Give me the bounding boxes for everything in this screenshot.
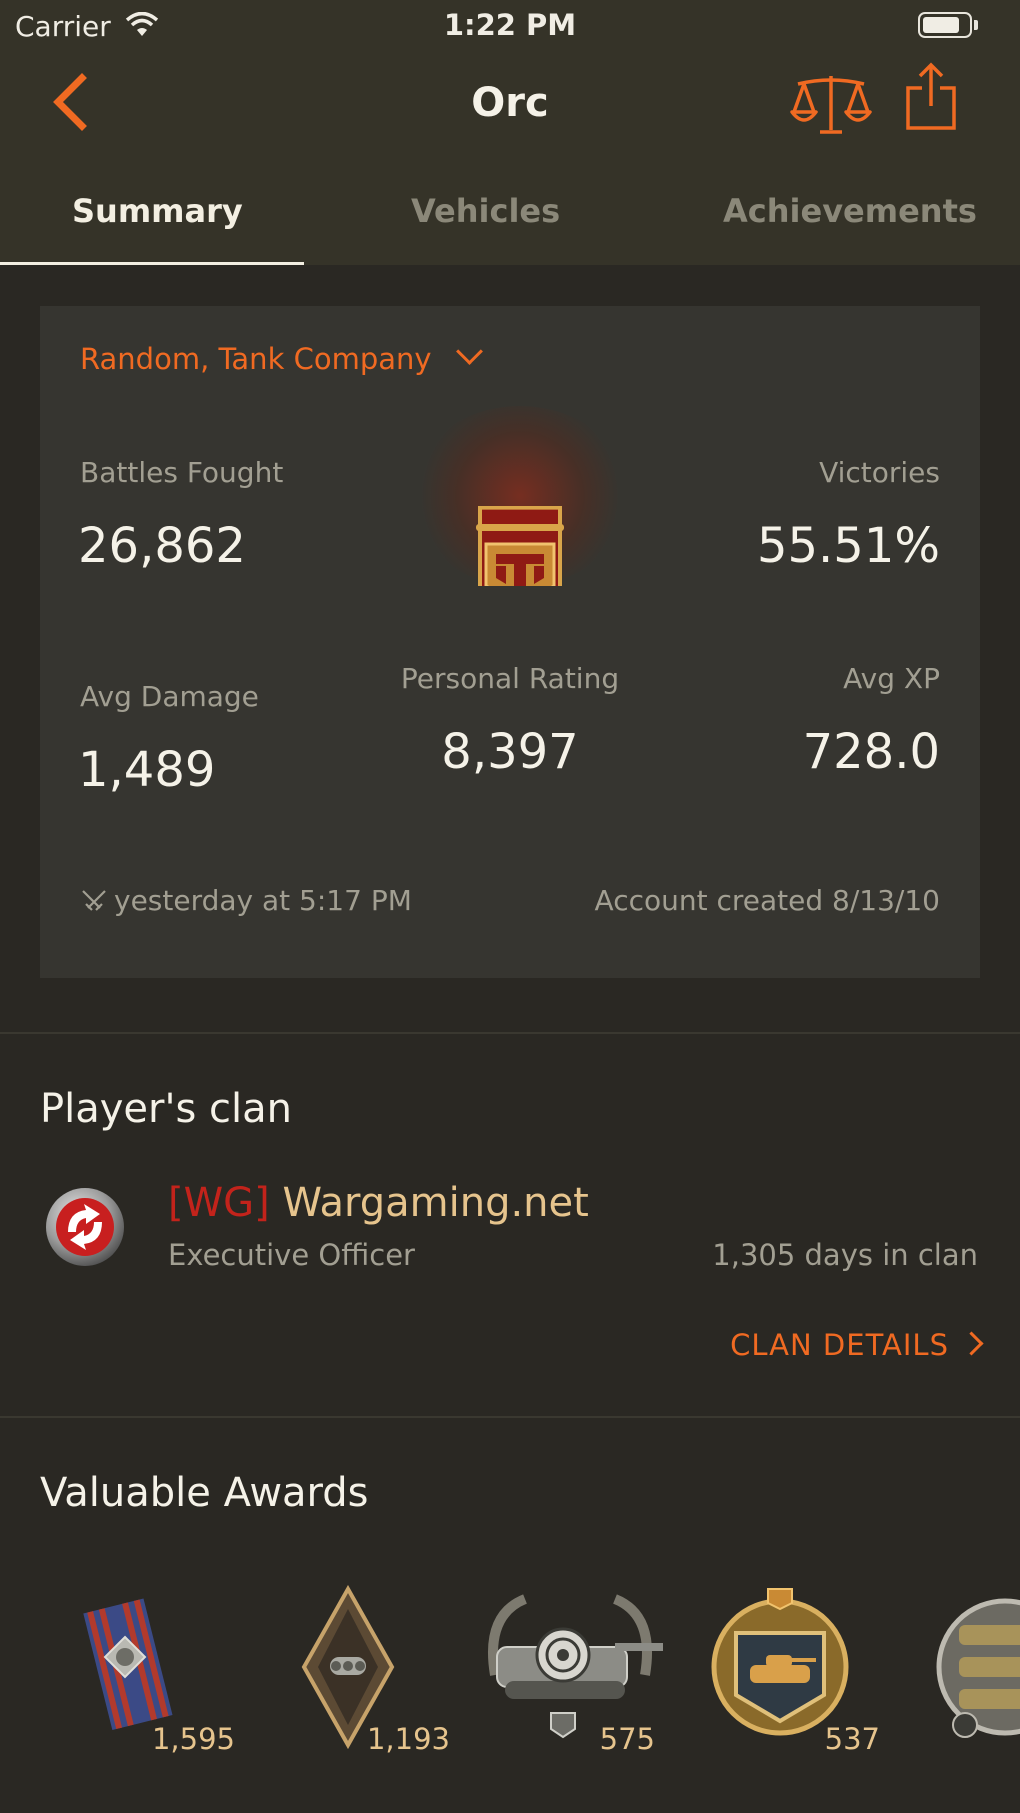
header-bar: Carrier 1:22 PM Orc Summary Vehicles Ach… xyxy=(0,0,1020,265)
battle-mode-selector[interactable]: Random, Tank Company xyxy=(80,338,483,376)
status-bar: Carrier 1:22 PM xyxy=(0,0,1020,52)
last-battle: yesterday at 5:17 PM xyxy=(80,884,412,917)
victories-value: 55.51% xyxy=(756,518,940,574)
clan-tag: [WG] xyxy=(168,1180,270,1226)
clan-logo-icon xyxy=(46,1188,124,1266)
account-created: Account created 8/13/10 xyxy=(594,884,940,917)
award-item[interactable]: 575 xyxy=(475,1585,665,1760)
avg-xp-value: 728.0 xyxy=(802,724,940,780)
clan-role: Executive Officer xyxy=(168,1238,415,1272)
personal-rating-label: Personal Rating xyxy=(400,662,620,695)
tank-banner-icon xyxy=(476,506,564,586)
battery-icon xyxy=(918,12,972,38)
battles-fought-label: Battles Fought xyxy=(80,456,284,489)
victories-label: Victories xyxy=(819,456,940,489)
section-divider xyxy=(0,1416,1020,1418)
clan-name: Wargaming.net xyxy=(282,1180,589,1226)
personal-rating-value: 8,397 xyxy=(441,724,579,780)
award-count: 575 xyxy=(599,1722,655,1756)
clan-details-label: CLAN DETAILS xyxy=(730,1328,949,1362)
battle-mode-label: Random, Tank Company xyxy=(80,342,432,376)
battles-fought-value: 26,862 xyxy=(78,518,246,574)
tab-achievements[interactable]: Achievements xyxy=(723,192,977,230)
avg-xp-label: Avg XP xyxy=(843,662,940,695)
crossed-swords-icon xyxy=(82,890,106,911)
active-tab-indicator xyxy=(0,262,304,265)
players-clan-heading: Player's clan xyxy=(40,1086,292,1132)
award-count: 537 xyxy=(824,1722,880,1756)
award-item[interactable] xyxy=(925,1585,1020,1760)
award-item[interactable]: 1,595 xyxy=(55,1585,245,1760)
chevron-down-icon xyxy=(455,338,483,365)
chevron-right-icon xyxy=(959,1331,984,1356)
compare-scales-icon[interactable] xyxy=(790,72,872,136)
award-count: 1,595 xyxy=(151,1722,235,1756)
award-item[interactable]: 1,193 xyxy=(270,1585,460,1760)
status-time: 1:22 PM xyxy=(443,8,577,42)
avg-damage-value: 1,489 xyxy=(78,742,216,798)
award-item[interactable]: 537 xyxy=(700,1585,890,1760)
days-in-clan: 1,305 days in clan xyxy=(712,1238,978,1272)
tab-vehicles[interactable]: Vehicles xyxy=(411,192,560,230)
avg-damage-label: Avg Damage xyxy=(80,680,259,713)
valuable-awards-heading: Valuable Awards xyxy=(40,1470,369,1516)
tank-wreath-badge-icon xyxy=(936,1598,1020,1738)
share-icon[interactable] xyxy=(904,62,958,134)
section-divider xyxy=(0,1032,1020,1034)
award-count: 1,193 xyxy=(366,1722,450,1756)
rank-emblem xyxy=(390,386,650,586)
battery-tip xyxy=(974,20,978,30)
last-battle-time: yesterday at 5:17 PM xyxy=(114,884,412,917)
tab-summary[interactable]: Summary xyxy=(72,192,243,230)
clan-details-button[interactable]: CLAN DETAILS xyxy=(730,1328,984,1362)
clan-title[interactable]: [WG] Wargaming.net xyxy=(168,1180,589,1226)
stats-card: Random, Tank Company Battles Fought 26,8… xyxy=(40,306,980,978)
